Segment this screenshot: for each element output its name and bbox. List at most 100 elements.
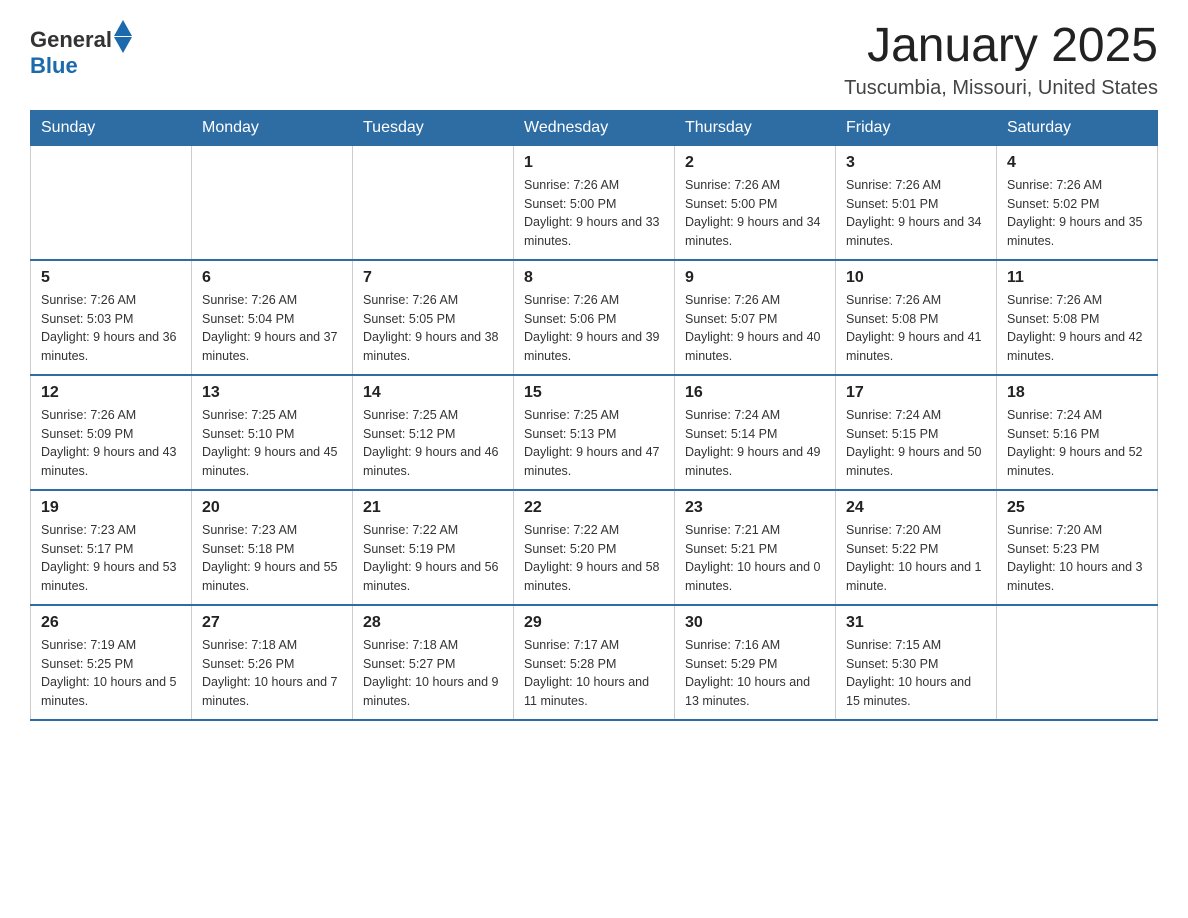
day-info: Sunrise: 7:24 AM Sunset: 5:14 PM Dayligh…: [685, 406, 825, 481]
calendar-cell: 10 Sunrise: 7:26 AM Sunset: 5:08 PM Dayli…: [836, 260, 997, 375]
day-info: Sunrise: 7:15 AM Sunset: 5:30 PM Dayligh…: [846, 636, 986, 711]
title-section: January 2025 Tuscumbia, Missouri, United…: [844, 20, 1158, 100]
day-info: Sunrise: 7:18 AM Sunset: 5:27 PM Dayligh…: [363, 636, 503, 711]
day-number: 15: [524, 384, 664, 402]
day-number: 10: [846, 269, 986, 287]
day-info: Sunrise: 7:26 AM Sunset: 5:08 PM Dayligh…: [1007, 291, 1147, 366]
calendar-cell: 2 Sunrise: 7:26 AM Sunset: 5:00 PM Daylig…: [675, 145, 836, 260]
calendar-week-row: 5 Sunrise: 7:26 AM Sunset: 5:03 PM Daylig…: [31, 260, 1158, 375]
calendar-header: SundayMondayTuesdayWednesdayThursdayFrid…: [31, 110, 1158, 145]
day-number: 6: [202, 269, 342, 287]
day-info: Sunrise: 7:23 AM Sunset: 5:17 PM Dayligh…: [41, 521, 181, 596]
day-number: 14: [363, 384, 503, 402]
day-info: Sunrise: 7:20 AM Sunset: 5:23 PM Dayligh…: [1007, 521, 1147, 596]
day-info: Sunrise: 7:25 AM Sunset: 5:13 PM Dayligh…: [524, 406, 664, 481]
calendar-cell: [353, 145, 514, 260]
day-number: 1: [524, 154, 664, 172]
calendar-cell: 31 Sunrise: 7:15 AM Sunset: 5:30 PM Dayli…: [836, 605, 997, 720]
calendar-cell: [192, 145, 353, 260]
calendar-cell: 1Sunrise: 7:26 AM Sunset: 5:00 PM Daylig…: [514, 145, 675, 260]
calendar-week-row: 19 Sunrise: 7:23 AM Sunset: 5:17 PM Dayli…: [31, 490, 1158, 605]
calendar-week-row: 1 Sunrise: 7:26 AM Sunset: 5:00 PM Daylig…: [31, 145, 1158, 260]
calendar-cell: 28 Sunrise: 7:18 AM Sunset: 5:27 PM Dayli…: [353, 605, 514, 720]
day-number: 28: [363, 614, 503, 632]
calendar-week-row: 12 Sunrise: 7:26 AM Sunset: 5:09 PM Dayli…: [31, 375, 1158, 490]
header-cell-monday: Monday: [192, 110, 353, 145]
day-info: Sunrise: 7:24 AM Sunset: 5:16 PM Dayligh…: [1007, 406, 1147, 481]
day-info: Sunrise: 7:26 AM Sunset: 5:03 PM Dayligh…: [41, 291, 181, 366]
calendar-cell: 18 Sunrise: 7:24 AM Sunset: 5:16 PM Dayli…: [997, 375, 1158, 490]
day-info: Sunrise: 7:25 AM Sunset: 5:12 PM Dayligh…: [363, 406, 503, 481]
day-info: Sunrise: 7:19 AM Sunset: 5:25 PM Dayligh…: [41, 636, 181, 711]
day-number: 9: [685, 269, 825, 287]
calendar-cell: [31, 145, 192, 260]
page-header: General Blue January 2025 Tuscumbia, Mis…: [30, 20, 1158, 100]
day-info: Sunrise: 7:16 AM Sunset: 5:29 PM Dayligh…: [685, 636, 825, 711]
calendar-cell: 12 Sunrise: 7:26 AM Sunset: 5:09 PM Dayli…: [31, 375, 192, 490]
day-number: 21: [363, 499, 503, 517]
day-number: 24: [846, 499, 986, 517]
day-number: 31: [846, 614, 986, 632]
calendar-cell: 3 Sunrise: 7:26 AM Sunset: 5:01 PM Daylig…: [836, 145, 997, 260]
calendar-cell: 25 Sunrise: 7:20 AM Sunset: 5:23 PM Dayli…: [997, 490, 1158, 605]
day-number: 20: [202, 499, 342, 517]
day-info: Sunrise: 7:26 AM Sunset: 5:04 PM Dayligh…: [202, 291, 342, 366]
day-number: 8: [524, 269, 664, 287]
calendar-cell: 5 Sunrise: 7:26 AM Sunset: 5:03 PM Daylig…: [31, 260, 192, 375]
day-info: Sunrise: 7:23 AM Sunset: 5:18 PM Dayligh…: [202, 521, 342, 596]
day-info: Sunrise: 7:26 AM Sunset: 5:05 PM Dayligh…: [363, 291, 503, 366]
calendar-cell: 14 Sunrise: 7:25 AM Sunset: 5:12 PM Dayli…: [353, 375, 514, 490]
day-number: 11: [1007, 269, 1147, 287]
day-info: Sunrise: 7:21 AM Sunset: 5:21 PM Dayligh…: [685, 521, 825, 596]
day-number: 27: [202, 614, 342, 632]
calendar-cell: 29 Sunrise: 7:17 AM Sunset: 5:28 PM Dayli…: [514, 605, 675, 720]
day-info: Sunrise: 7:26 AM Sunset: 5:07 PM Dayligh…: [685, 291, 825, 366]
day-info: Sunrise: 7:26 AM Sunset: 5:08 PM Dayligh…: [846, 291, 986, 366]
day-number: 19: [41, 499, 181, 517]
day-number: 26: [41, 614, 181, 632]
calendar-cell: 8Sunrise: 7:26 AM Sunset: 5:06 PM Daylig…: [514, 260, 675, 375]
day-info: Sunrise: 7:26 AM Sunset: 5:00 PM Dayligh…: [685, 176, 825, 251]
calendar-title: January 2025: [844, 20, 1158, 73]
calendar-cell: 4 Sunrise: 7:26 AM Sunset: 5:02 PM Daylig…: [997, 145, 1158, 260]
header-cell-thursday: Thursday: [675, 110, 836, 145]
day-number: 13: [202, 384, 342, 402]
day-number: 7: [363, 269, 503, 287]
header-cell-sunday: Sunday: [31, 110, 192, 145]
logo-icon: General Blue: [30, 20, 132, 79]
header-cell-saturday: Saturday: [997, 110, 1158, 145]
day-info: Sunrise: 7:26 AM Sunset: 5:09 PM Dayligh…: [41, 406, 181, 481]
day-number: 23: [685, 499, 825, 517]
calendar-cell: 22Sunrise: 7:22 AM Sunset: 5:20 PM Dayli…: [514, 490, 675, 605]
calendar-cell: 15 Sunrise: 7:25 AM Sunset: 5:13 PM Dayli…: [514, 375, 675, 490]
day-info: Sunrise: 7:17 AM Sunset: 5:28 PM Dayligh…: [524, 636, 664, 711]
header-cell-tuesday: Tuesday: [353, 110, 514, 145]
day-info: Sunrise: 7:22 AM Sunset: 5:19 PM Dayligh…: [363, 521, 503, 596]
day-number: 25: [1007, 499, 1147, 517]
calendar-cell: 21 Sunrise: 7:22 AM Sunset: 5:19 PM Dayli…: [353, 490, 514, 605]
day-number: 12: [41, 384, 181, 402]
calendar-cell: 19 Sunrise: 7:23 AM Sunset: 5:17 PM Dayli…: [31, 490, 192, 605]
header-cell-friday: Friday: [836, 110, 997, 145]
day-number: 16: [685, 384, 825, 402]
calendar-cell: 27Sunrise: 7:18 AM Sunset: 5:26 PM Dayli…: [192, 605, 353, 720]
day-info: Sunrise: 7:25 AM Sunset: 5:10 PM Dayligh…: [202, 406, 342, 481]
day-number: 2: [685, 154, 825, 172]
calendar-cell: 24Sunrise: 7:20 AM Sunset: 5:22 PM Dayli…: [836, 490, 997, 605]
day-number: 17: [846, 384, 986, 402]
day-info: Sunrise: 7:26 AM Sunset: 5:02 PM Dayligh…: [1007, 176, 1147, 251]
calendar-cell: 6 Sunrise: 7:26 AM Sunset: 5:04 PM Daylig…: [192, 260, 353, 375]
calendar-cell: 20 Sunrise: 7:23 AM Sunset: 5:18 PM Dayli…: [192, 490, 353, 605]
day-info: Sunrise: 7:26 AM Sunset: 5:01 PM Dayligh…: [846, 176, 986, 251]
day-number: 3: [846, 154, 986, 172]
day-number: 18: [1007, 384, 1147, 402]
calendar-cell: 13 Sunrise: 7:25 AM Sunset: 5:10 PM Dayli…: [192, 375, 353, 490]
calendar-cell: 17 Sunrise: 7:24 AM Sunset: 5:15 PM Dayli…: [836, 375, 997, 490]
day-info: Sunrise: 7:24 AM Sunset: 5:15 PM Dayligh…: [846, 406, 986, 481]
calendar-subtitle: Tuscumbia, Missouri, United States: [844, 77, 1158, 100]
day-number: 4: [1007, 154, 1147, 172]
day-number: 29: [524, 614, 664, 632]
logo: General Blue: [30, 20, 132, 79]
header-cell-wednesday: Wednesday: [514, 110, 675, 145]
day-number: 5: [41, 269, 181, 287]
